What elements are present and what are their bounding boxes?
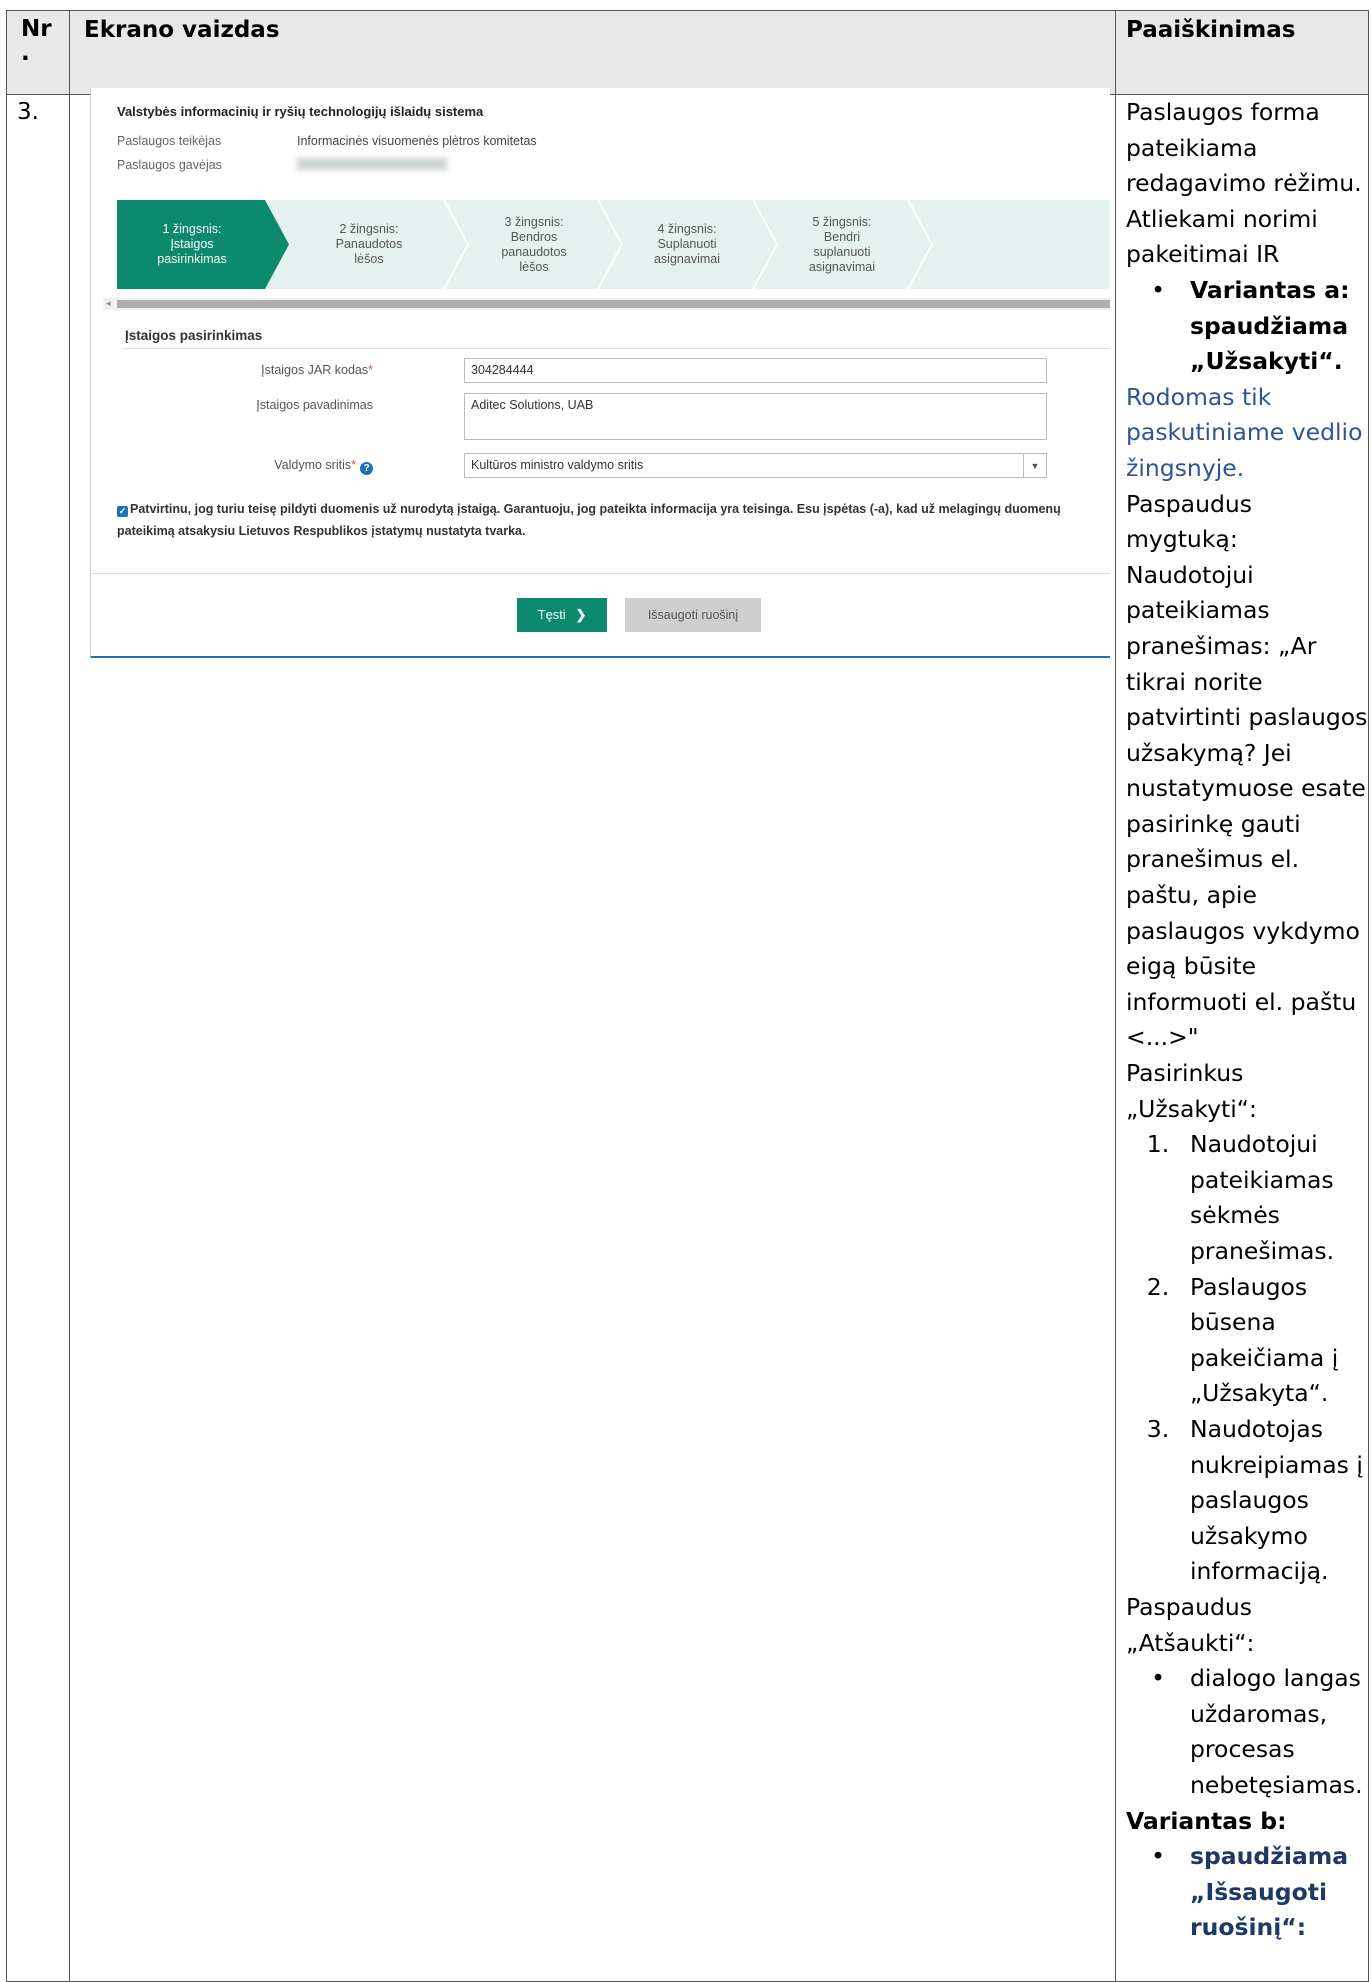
management-area-select[interactable]: Kultūros ministro valdymo sritis ▼ (464, 453, 1047, 478)
explanation-intro: Paslaugos forma pateikiama redagavimo rė… (1126, 98, 1362, 269)
scroll-left-icon[interactable]: ◂ (106, 298, 111, 309)
list-item: 3. Naudotojas nukreipiamas į paslaugos už… (1146, 1414, 1363, 1586)
list-item: 1. Naudotojui pateikiamas sėkmės pranešim… (1146, 1130, 1335, 1265)
list-item: 2. Paslaugos būsena pakeičiama į „Užsakyt… (1146, 1272, 1339, 1408)
list-item: • dialogo langas uždaromas, procesas nebe… (1151, 1664, 1363, 1799)
table-header-row: Nr . Ekrano vaizdas Paaiškinimas (6, 10, 1369, 95)
consent-checkbox-row[interactable]: ✓ Patvirtinu, jog turiu teisę pildyti duo… (117, 498, 1110, 542)
redacted-recipient (297, 158, 447, 170)
next-button[interactable]: Tęsti ❯ (517, 598, 607, 632)
chevron-right-icon: ❯ (575, 607, 587, 622)
help-icon[interactable]: ? (360, 462, 373, 475)
embedded-screenshot: Valstybės informacinių ir ryšių technolo… (90, 88, 1110, 658)
explanation-p4: Paspaudus „Atšaukti“: (1126, 1592, 1255, 1657)
variant-b-list: • spaudžiama „Išsaugoti ruošinį“: (1126, 1839, 1368, 1946)
wizard-step-4[interactable]: 4 žingsnis: Suplanuoti asignavimai (617, 200, 757, 289)
institution-name-input[interactable]: Aditec Solutions, UAB (464, 393, 1047, 440)
horizontal-scrollbar[interactable]: ◂ (103, 298, 1110, 310)
ordered-list: 1. Naudotojui pateikiamas sėkmės pranešim… (1126, 1127, 1368, 1590)
form-divider (91, 573, 1110, 574)
explanation-cell: Paslaugos forma pateikiama redagavimo rė… (1115, 94, 1369, 1982)
section-title: Įstaigos pasirinkimas (125, 328, 263, 343)
save-draft-button[interactable]: Išsaugoti ruošinį (625, 598, 761, 632)
wizard-step-3[interactable]: 3 žingsnis: Bendros panaudotos lėšos (464, 200, 604, 289)
provider-label: Paslaugos teikėjas (117, 134, 222, 148)
wizard-steps: 1 žingsnis: Įstaigos pasirinkimas 2 žing… (117, 200, 1110, 289)
management-area-label: Valdymo sritis*? (113, 458, 373, 475)
header-explanation: Paaiškinimas (1115, 10, 1369, 95)
recipient-label: Paslaugos gavėjas (117, 158, 222, 172)
checkbox-checked-icon[interactable]: ✓ (117, 506, 128, 517)
jar-code-input[interactable]: 304284444 (464, 358, 1047, 383)
institution-name-label: Įstaigos pavadinimas (256, 398, 373, 412)
list-item: • spaudžiama „Išsaugoti ruošinį“: (1151, 1842, 1349, 1942)
consent-text: Patvirtinu, jog turiu teisę pildyti duom… (117, 502, 1061, 538)
explanation-note: Rodomas tik paskutiniame vedlio žingsnyj… (1126, 382, 1363, 482)
system-title: Valstybės informacinių ir ryšių technolo… (117, 104, 484, 119)
explanation-p3: Pasirinkus „Užsakyti“: (1126, 1059, 1257, 1123)
explanation-p2: Naudotojui pateikiamas pranešimas: „Ar t… (1126, 560, 1368, 1052)
chevron-down-icon[interactable]: ▼ (1023, 454, 1046, 477)
provider-value: Informacinės visuomenės plėtros komiteta… (297, 134, 537, 148)
list-item: • Variantas a: spaudžiama „Užsakyti“. (1151, 275, 1350, 376)
header-screen: Ekrano vaizdas (69, 10, 1116, 95)
cancel-list: • dialogo langas uždaromas, procesas nebe… (1126, 1661, 1368, 1803)
explanation-p1: Paspaudus mygtuką: (1126, 489, 1253, 554)
wizard-step-5[interactable]: 5 žingsnis: Bendri suplanuoti asignavima… (772, 200, 912, 289)
header-nr: Nr . (6, 10, 70, 95)
variant-a-list: • Variantas a: spaudžiama „Užsakyti“. (1126, 273, 1368, 380)
variant-b-title: Variantas b: (1126, 1806, 1287, 1835)
jar-code-label: Įstaigos JAR kodas* (261, 363, 373, 377)
section-divider (123, 348, 1110, 349)
scrollbar-thumb[interactable] (117, 300, 1110, 308)
row-number: 3. (6, 94, 70, 1982)
wizard-step-1[interactable]: 1 žingsnis: Įstaigos pasirinkimas (117, 200, 267, 289)
wizard-step-2[interactable]: 2 žingsnis: Panaudotos lėšos (289, 200, 449, 289)
